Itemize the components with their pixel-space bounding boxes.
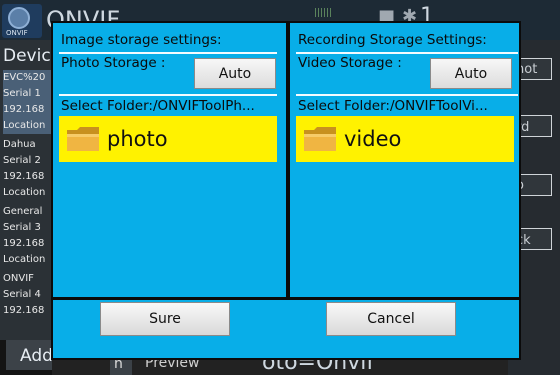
photo-storage-title: Image storage settings: — [61, 32, 222, 48]
video-storage-label: Video Storage : — [298, 55, 402, 71]
divider — [59, 52, 277, 54]
photo-folder-name: photo — [107, 127, 168, 151]
video-auto-button[interactable]: Auto — [430, 58, 512, 89]
device-location: Location — [3, 187, 46, 198]
photo-storage-pane: Image storage settings: Photo Storage : … — [53, 23, 283, 297]
divider — [296, 94, 518, 96]
device-serial: Serial 3 — [3, 222, 41, 233]
device-serial: Serial 1 — [3, 86, 53, 102]
video-storage-title: Recording Storage Settings: — [298, 32, 487, 48]
horizontal-divider — [53, 297, 519, 300]
video-storage-pane: Recording Storage Settings: Video Storag… — [290, 23, 520, 297]
sure-button[interactable]: Sure — [100, 302, 230, 336]
device-ip: 192.168 — [3, 305, 45, 316]
video-folder-name: video — [344, 127, 402, 151]
photo-auto-button[interactable]: Auto — [194, 58, 276, 89]
device-name[interactable]: Dahua — [3, 137, 53, 153]
add-device-label: Add — [20, 346, 53, 366]
device-name[interactable]: General — [3, 204, 53, 220]
photo-folder-path: Select Folder:/ONVIFToolPh... — [61, 98, 255, 114]
device-location: Location — [3, 118, 53, 134]
video-folder-item[interactable]: video — [296, 116, 514, 162]
photo-storage-label: Photo Storage : — [61, 55, 166, 71]
cancel-button[interactable]: Cancel — [326, 302, 456, 336]
device-serial: Serial 4 — [3, 289, 41, 300]
storage-settings-dialog: Image storage settings: Photo Storage : … — [51, 21, 521, 360]
device-ip: 192.168 — [3, 238, 45, 249]
onvif-logo-icon: ONVIF — [2, 4, 42, 38]
device-location: Location — [3, 254, 46, 265]
device-name[interactable]: EVC%20 — [3, 70, 53, 86]
device-ip: 192.168 — [3, 102, 53, 118]
device-name[interactable]: ONVIF — [3, 271, 53, 287]
folder-icon — [304, 127, 336, 151]
device-ip: 192.168 — [3, 171, 45, 182]
video-folder-path: Select Folder:/ONVIFToolVi... — [298, 98, 488, 114]
device-list-header: Devic — [3, 46, 51, 66]
photo-folder-item[interactable]: photo — [59, 116, 277, 162]
device-serial: Serial 2 — [3, 155, 41, 166]
status-signal-icon: |||||| — [314, 8, 333, 18]
divider — [59, 94, 277, 96]
divider — [296, 52, 518, 54]
folder-icon — [67, 127, 99, 151]
